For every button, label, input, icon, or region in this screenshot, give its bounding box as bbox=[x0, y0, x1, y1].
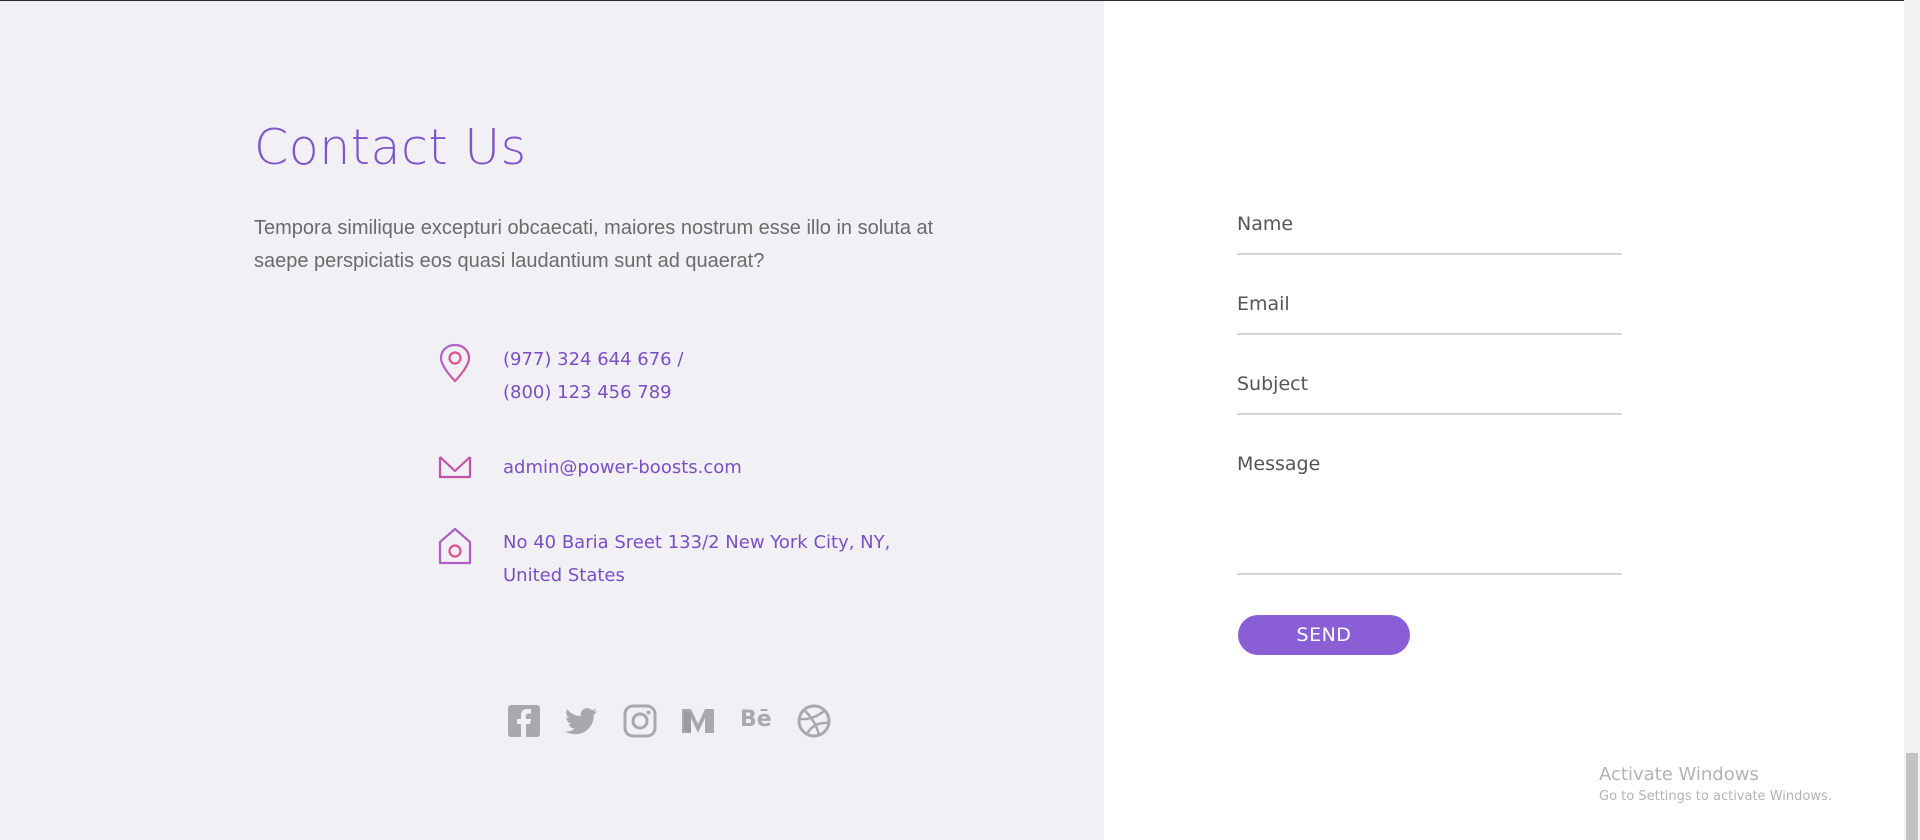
send-button[interactable]: SEND bbox=[1238, 615, 1410, 655]
envelope-icon bbox=[438, 456, 472, 479]
medium-icon[interactable] bbox=[680, 703, 716, 739]
activate-windows-subtitle: Go to Settings to activate Windows. bbox=[1599, 789, 1832, 804]
facebook-icon[interactable] bbox=[506, 703, 542, 739]
location-pin-icon bbox=[439, 343, 471, 383]
home-icon bbox=[438, 527, 472, 565]
twitter-icon[interactable] bbox=[564, 703, 600, 739]
subject-field[interactable] bbox=[1237, 373, 1622, 415]
email-info: admin@power-boosts.com bbox=[437, 451, 742, 491]
social-links: Bē bbox=[506, 703, 832, 739]
svg-text:Bē: Bē bbox=[740, 707, 772, 732]
email-link[interactable]: admin@power-boosts.com bbox=[503, 451, 742, 484]
behance-icon[interactable]: Bē bbox=[738, 703, 774, 739]
email-field[interactable] bbox=[1237, 293, 1622, 335]
subject-input[interactable] bbox=[1237, 373, 1622, 395]
address-line-1: No 40 Baria Sreet 133/2 New York City, N… bbox=[503, 532, 891, 553]
instagram-icon[interactable] bbox=[622, 703, 658, 739]
message-field[interactable] bbox=[1237, 453, 1622, 575]
windows-activation-watermark: Activate Windows Go to Settings to activ… bbox=[1599, 763, 1832, 807]
contact-info-panel: Contact Us Tempora similique excepturi o… bbox=[0, 1, 1104, 840]
scrollbar-thumb[interactable] bbox=[1906, 753, 1918, 840]
name-field[interactable] bbox=[1237, 213, 1622, 255]
phone-number-2[interactable]: (800) 123 456 789 bbox=[503, 376, 683, 409]
address-info: No 40 Baria Sreet 133/2 New York City, N… bbox=[437, 526, 890, 592]
dribbble-icon[interactable] bbox=[796, 703, 832, 739]
page-title: Contact Us bbox=[254, 119, 527, 176]
phone-info: (977) 324 644 676 / (800) 123 456 789 bbox=[437, 343, 683, 409]
name-input[interactable] bbox=[1237, 213, 1622, 235]
scrollbar-track[interactable] bbox=[1904, 0, 1920, 840]
phone-number-1[interactable]: (977) 324 644 676 / bbox=[503, 343, 683, 376]
address-line-2: United States bbox=[503, 565, 625, 586]
activate-windows-title: Activate Windows bbox=[1599, 764, 1759, 785]
email-input[interactable] bbox=[1237, 293, 1622, 315]
intro-paragraph: Tempora similique excepturi obcaecati, m… bbox=[254, 217, 934, 272]
message-textarea[interactable] bbox=[1237, 453, 1622, 563]
